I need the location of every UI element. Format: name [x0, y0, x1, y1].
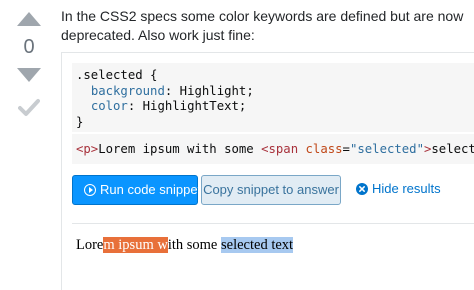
- css-value-highlighttext: HighlightText: [142, 99, 239, 113]
- run-button-label: Run code snippet: [100, 182, 202, 197]
- code-snippet: .selected { background: Highlight; color…: [61, 52, 474, 290]
- html-text-part-2: selected text: [431, 142, 474, 156]
- close-circle-icon: [356, 183, 368, 195]
- result-text-part-2: ith some: [167, 237, 221, 253]
- css-code-block: .selected { background: Highlight; color…: [72, 63, 474, 132]
- css-property-background: background: [90, 83, 165, 98]
- vote-count: 0: [23, 36, 35, 58]
- html-attr-value: "selected": [349, 142, 424, 156]
- html-code-block: <p>Lorem ipsum with some <span class="se…: [72, 134, 474, 164]
- css-selector-line: .selected {: [76, 68, 158, 82]
- css-property-color: color: [90, 99, 128, 113]
- vote-column: 0: [0, 0, 60, 289]
- snippet-result-output: Lorem ipsum with some selected text: [76, 237, 294, 254]
- results-divider: [72, 223, 474, 224]
- html-attr-equals: =: [342, 142, 350, 156]
- html-open-span-tag: <span: [261, 142, 306, 156]
- css-closing-brace: }: [76, 114, 84, 129]
- upvote-arrow-icon[interactable]: [17, 12, 41, 26]
- hide-results-label: Hide results: [372, 181, 441, 196]
- play-icon: [84, 184, 96, 196]
- result-text-part-1: Lore: [76, 237, 104, 253]
- html-attr-name: class: [305, 142, 343, 156]
- html-text-part-1: Lorem ipsum with some: [98, 142, 262, 156]
- css-value-highlight: Highlight: [179, 83, 247, 98]
- hide-results-link[interactable]: Hide results: [356, 175, 446, 203]
- copy-snippet-button[interactable]: Copy snippet to answer: [201, 175, 341, 205]
- run-code-snippet-button[interactable]: Run code snippet: [72, 175, 202, 205]
- downvote-arrow-icon[interactable]: [17, 68, 41, 82]
- html-open-p-tag: <p>: [76, 142, 99, 156]
- result-orange-selection: m ipsum w: [103, 237, 168, 253]
- result-blue-selected-text: selected text: [221, 237, 294, 253]
- answer-intro-text: In the CSS2 specs some color keywords ar…: [61, 8, 464, 43]
- accept-checkmark-icon[interactable]: [18, 96, 40, 118]
